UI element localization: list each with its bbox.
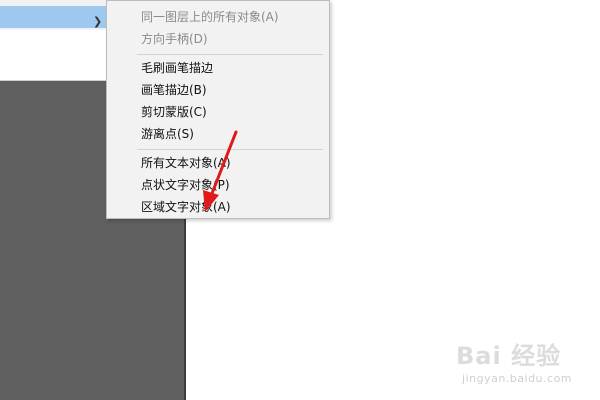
menu-item-area-type-objects[interactable]: 区域文字对象(A) xyxy=(141,197,231,217)
menu-item-bristle-brush-strokes[interactable]: 毛刷画笔描边 xyxy=(141,58,213,78)
menu-separator xyxy=(137,54,323,55)
screen: ❯ 同一图层上的所有对象(A) 方向手柄(D) 毛刷画笔描边 画笔描边(B) 剪… xyxy=(0,0,600,400)
menu-item-all-on-same-layer[interactable]: 同一图层上的所有对象(A) xyxy=(141,7,279,27)
menu-item-stray-points[interactable]: 游离点(S) xyxy=(141,124,194,144)
menu-item-clipping-masks[interactable]: 剪切蒙版(C) xyxy=(141,102,207,122)
chevron-right-icon: ❯ xyxy=(93,15,103,28)
watermark-url: jingyan.baidu.com xyxy=(462,372,573,385)
menu-item-point-type-objects[interactable]: 点状文字对象(P) xyxy=(141,175,230,195)
parent-menu-item-highlighted[interactable]: ❯ xyxy=(0,6,106,28)
menu-separator xyxy=(137,149,323,150)
watermark-logo-text: Bai 经验 xyxy=(456,342,562,370)
baidu-jingyan-watermark: Bai 经验 jingyan.baidu.com xyxy=(456,336,596,392)
parent-menu-lower-area xyxy=(0,30,106,80)
menu-item-direction-handles[interactable]: 方向手柄(D) xyxy=(141,29,208,49)
menu-item-all-text-objects[interactable]: 所有文本对象(A) xyxy=(141,153,231,173)
parent-menu: ❯ xyxy=(0,0,107,81)
select-object-submenu: 同一图层上的所有对象(A) 方向手柄(D) 毛刷画笔描边 画笔描边(B) 剪切蒙… xyxy=(106,0,330,219)
menu-item-brush-strokes[interactable]: 画笔描边(B) xyxy=(141,80,207,100)
